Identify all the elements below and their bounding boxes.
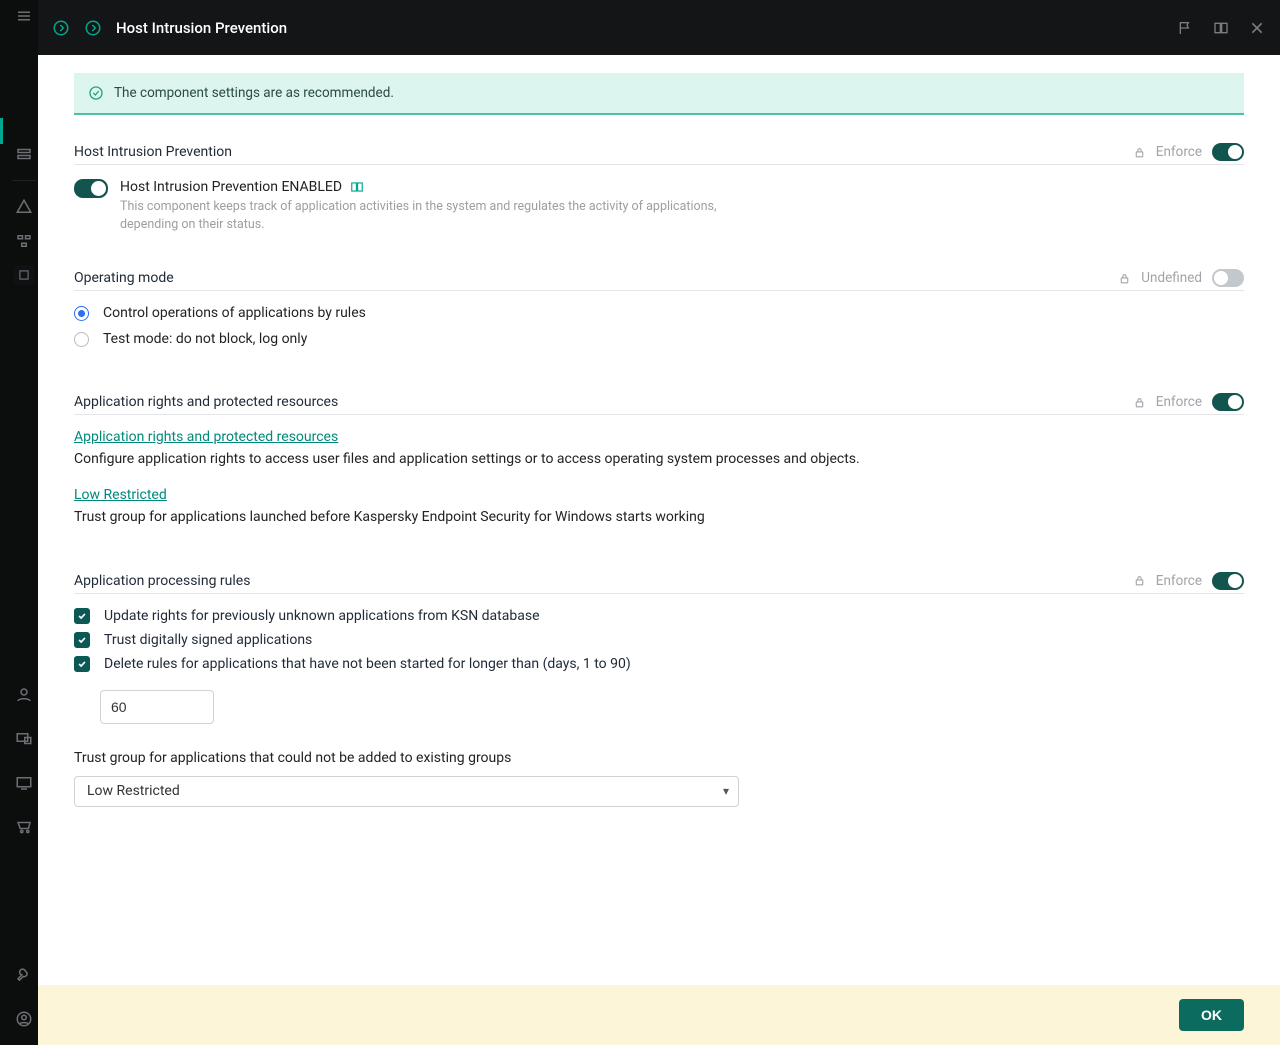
selected-nav-icon[interactable] <box>14 265 34 285</box>
trust-group-select[interactable]: Low Restricted <box>74 776 739 807</box>
desc-app-rights: Configure application rights to access u… <box>74 449 1244 469</box>
radio-label-control: Control operations of applications by ru… <box>103 305 366 321</box>
radio-test-mode[interactable] <box>74 332 89 347</box>
forward-circle-icon[interactable] <box>84 19 102 37</box>
hip-enabled-desc: This component keeps track of applicatio… <box>120 198 760 233</box>
panel-title: Host Intrusion Prevention <box>116 19 287 37</box>
account-icon[interactable] <box>14 1009 34 1029</box>
settings-panel: Host Intrusion Prevention The component … <box>38 0 1280 1045</box>
check-label-trust: Trust digitally signed applications <box>104 632 312 648</box>
devices-icon[interactable] <box>14 729 34 749</box>
section-proc-header: Application processing rules Enforce <box>74 572 1244 594</box>
checkbox-update-rights[interactable] <box>74 608 90 624</box>
enforce-label: Enforce <box>1156 394 1202 410</box>
hamburger-icon[interactable] <box>14 6 34 26</box>
desc-low-restricted: Trust group for applications launched be… <box>74 507 1244 527</box>
wrench-icon[interactable] <box>14 965 34 985</box>
close-icon[interactable] <box>1248 19 1266 37</box>
checkbox-delete-rules[interactable] <box>74 656 90 672</box>
check-circle-icon <box>88 85 104 101</box>
section-hip-header: Host Intrusion Prevention Enforce <box>74 143 1244 165</box>
back-circle-icon[interactable] <box>52 19 70 37</box>
link-low-restricted[interactable]: Low Restricted <box>74 487 167 503</box>
section-rights-title: Application rights and protected resourc… <box>74 394 338 410</box>
radio-label-test: Test mode: do not block, log only <box>103 331 307 347</box>
radio-control-by-rules[interactable] <box>74 306 89 321</box>
section-mode-title: Operating mode <box>74 270 174 286</box>
banner-text: The component settings are as recommende… <box>114 85 394 101</box>
section-mode-header: Operating mode Undefined <box>74 269 1244 291</box>
help-book-icon[interactable] <box>350 180 364 194</box>
flag-icon[interactable] <box>1176 19 1194 37</box>
enforce-toggle-hip[interactable] <box>1212 143 1244 161</box>
state-label: Undefined <box>1141 270 1202 286</box>
book-icon[interactable] <box>1212 19 1230 37</box>
enforce-label: Enforce <box>1156 144 1202 160</box>
check-label-delete: Delete rules for applications that have … <box>104 656 631 672</box>
check-label-update: Update rights for previously unknown app… <box>104 608 540 624</box>
checkbox-trust-signed[interactable] <box>74 632 90 648</box>
recommended-banner: The component settings are as recommende… <box>74 73 1244 115</box>
hip-enabled-toggle[interactable] <box>74 179 108 198</box>
trust-group-selected: Low Restricted <box>87 783 180 799</box>
section-proc-title: Application processing rules <box>74 573 250 589</box>
enforce-toggle-proc[interactable] <box>1212 572 1244 590</box>
panel-icon[interactable] <box>14 144 34 164</box>
ok-button[interactable]: OK <box>1179 999 1244 1031</box>
user-icon[interactable] <box>14 685 34 705</box>
section-rights-header: Application rights and protected resourc… <box>74 393 1244 415</box>
enforce-label: Enforce <box>1156 573 1202 589</box>
alert-icon[interactable] <box>14 197 34 217</box>
section-hip-title: Host Intrusion Prevention <box>74 144 232 160</box>
link-app-rights[interactable]: Application rights and protected resourc… <box>74 429 338 445</box>
enforce-toggle-rights[interactable] <box>1212 393 1244 411</box>
monitor-icon[interactable] <box>14 773 34 793</box>
lock-icon <box>1133 146 1146 159</box>
panel-header: Host Intrusion Prevention <box>38 0 1280 55</box>
cart-icon[interactable] <box>14 817 34 837</box>
days-input[interactable] <box>100 690 214 724</box>
lock-icon <box>1133 574 1146 587</box>
lock-icon <box>1133 396 1146 409</box>
enforce-toggle-mode[interactable] <box>1212 269 1244 287</box>
lock-icon <box>1118 272 1131 285</box>
nodes-icon[interactable] <box>14 231 34 251</box>
panel-footer: OK <box>38 985 1280 1045</box>
trust-group-label: Trust group for applications that could … <box>74 750 1244 766</box>
hip-enabled-title: Host Intrusion Prevention ENABLED <box>120 179 342 195</box>
